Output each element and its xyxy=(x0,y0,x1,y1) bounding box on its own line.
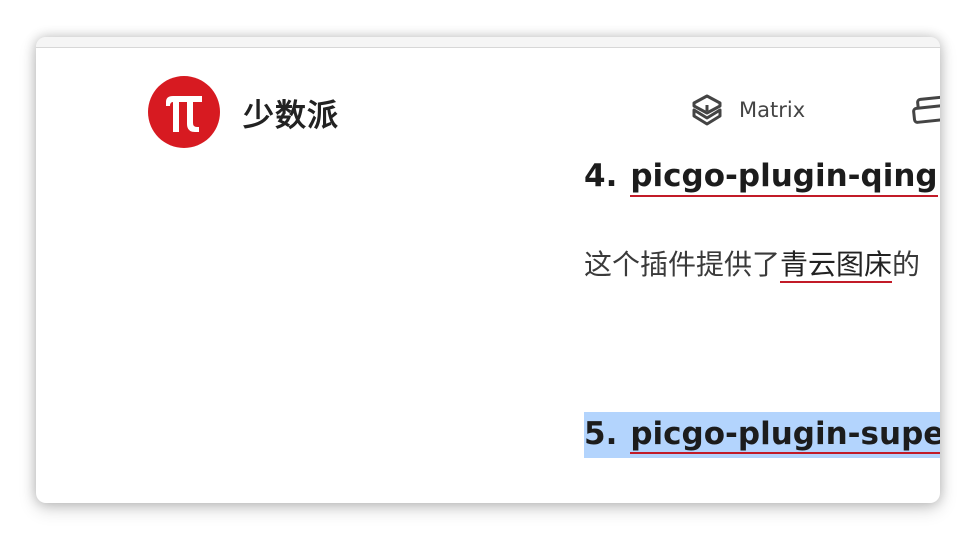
nav-item-matrix[interactable]: Matrix xyxy=(690,93,805,127)
nav-item-matrix-label: Matrix xyxy=(739,98,806,122)
cube-icon xyxy=(692,94,722,126)
selected-text: 5. picgo-plugin-supe xyxy=(584,412,940,458)
nav-item-next[interactable] xyxy=(912,93,940,127)
layers-icon xyxy=(912,95,940,124)
pi-glyph-icon xyxy=(166,96,202,132)
paragraph-text: 这个插件提供了 xyxy=(584,248,781,281)
heading-number: 5. xyxy=(584,416,618,452)
section-heading-4: 4. picgo-plugin-qing xyxy=(584,158,938,197)
sspai-logo-icon[interactable] xyxy=(148,76,220,148)
section-paragraph: 这个插件提供了青云图床的 xyxy=(584,243,920,283)
browser-window: 少数派 Matrix 4. picgo-plugin-qing 这个插件提供了青云… xyxy=(36,37,940,503)
site-brand[interactable]: 少数派 xyxy=(148,76,339,148)
qingcloud-link[interactable]: 青云图床 xyxy=(780,248,893,283)
section-heading-5: 5. picgo-plugin-supe xyxy=(584,412,940,458)
window-top-edge xyxy=(36,37,940,48)
heading-number: 4. xyxy=(584,158,618,194)
paragraph-text-tail: 的 xyxy=(892,248,921,281)
screen: 少数派 Matrix 4. picgo-plugin-qing 这个插件提供了青云… xyxy=(0,0,976,540)
site-name[interactable]: 少数派 xyxy=(243,90,339,135)
plugin-link-qing[interactable]: picgo-plugin-qing xyxy=(630,158,938,197)
plugin-link-super[interactable]: picgo-plugin-supe xyxy=(630,416,940,454)
